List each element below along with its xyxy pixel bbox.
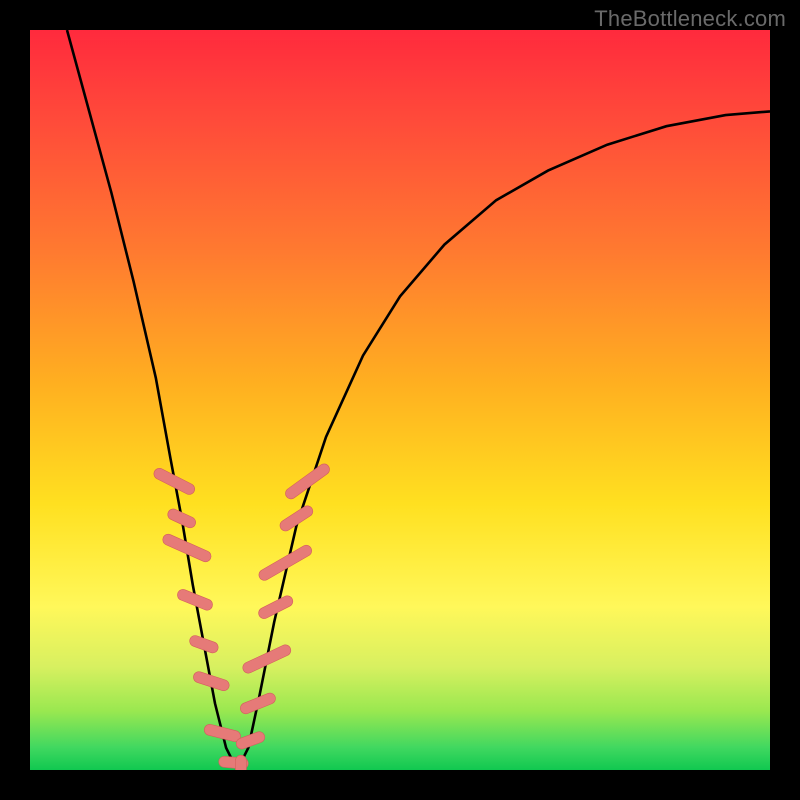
- data-marker: [241, 643, 293, 675]
- data-marker: [161, 532, 213, 563]
- bottleneck-curve: [67, 30, 770, 770]
- data-marker: [239, 691, 277, 715]
- data-marker: [188, 634, 220, 654]
- plot-area: [30, 30, 770, 770]
- curve-layer: [30, 30, 770, 770]
- data-marker: [203, 723, 242, 743]
- data-marker: [152, 466, 197, 496]
- watermark-text: TheBottleneck.com: [594, 6, 786, 32]
- chart-frame: TheBottleneck.com: [0, 0, 800, 800]
- data-marker: [235, 755, 246, 770]
